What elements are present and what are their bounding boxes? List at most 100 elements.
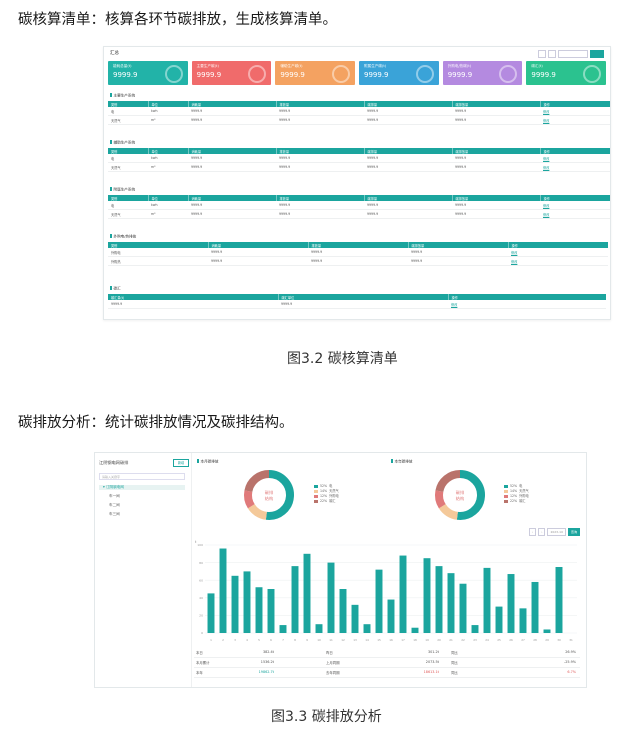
gear-icon [332, 65, 351, 83]
section-title: 外购电/热排放 [110, 234, 137, 240]
y-tick-label: 0 [201, 631, 203, 635]
edit-link[interactable]: 修改 [540, 154, 610, 163]
table-cell: 9999.9 [452, 162, 540, 172]
card-value: 9999.9 [113, 71, 138, 79]
bar [351, 604, 359, 633]
table-cell: 9999.9 [364, 201, 452, 210]
x-tick-label: 26 [509, 638, 513, 642]
edit-link[interactable]: 修改 [540, 107, 610, 116]
table-cell: 天然气 [108, 162, 148, 172]
donut-center-label: 结构 [456, 495, 464, 502]
x-tick-label: 27 [521, 638, 525, 642]
summary-value: 26.9% [565, 650, 576, 654]
paragraph-carbon-accounting: 碳核算清单：核算各环节碳排放，生成核算清单。 [18, 12, 337, 28]
x-tick-label: 1 [210, 638, 212, 642]
month-input[interactable]: 2023-10 [547, 528, 566, 536]
legend-swatch [314, 495, 318, 498]
legend-month: 52% 电 14% 天然气 12% 外购电 22% 碳汇 [314, 484, 339, 504]
donut-slice [438, 503, 459, 520]
summary-label: 同比 [451, 651, 458, 655]
edit-link[interactable]: 修改 [540, 201, 610, 210]
legend-item: 22% 碳汇 [314, 499, 339, 504]
table-cell: 天然气 [108, 115, 148, 125]
table-cell: 9999.9 [364, 107, 452, 116]
table-cell: 9999.9 [188, 154, 276, 163]
gear-icon [583, 65, 602, 83]
edit-link[interactable]: 修改 [508, 248, 608, 257]
daily-emission-bar-chart: t0204060801001 2 3 4 5 6 7 8 9 10 11 12 13 14 15 16 17 18… [195, 540, 577, 642]
donut-slice [247, 503, 268, 520]
x-tick-label: 11 [329, 638, 333, 642]
table-cell: 9999.9 [278, 300, 448, 309]
x-tick-label: 31 [569, 638, 573, 642]
x-tick-label: 14 [365, 638, 369, 642]
table-row: 天然气 m³ 9999.9 9999.9 9999.9 9999.9 修改 [108, 209, 610, 219]
bar [291, 566, 299, 633]
card-value: 9999.9 [447, 71, 473, 79]
y-tick-label: 80 [199, 561, 203, 565]
bar [543, 629, 551, 633]
chart-toolbar: ‹ › 2023-10 查询 [529, 528, 580, 536]
date-input[interactable] [558, 50, 588, 58]
y-tick-label: 60 [199, 578, 203, 582]
edit-link[interactable]: 修改 [540, 209, 610, 219]
table-cell: 9999.9 [408, 256, 508, 266]
edit-link[interactable]: 修改 [448, 300, 606, 309]
query-button[interactable] [590, 50, 604, 58]
table-cell: 天然气 [108, 209, 148, 219]
prev-button[interactable] [538, 50, 546, 58]
x-tick-label: 16 [389, 638, 393, 642]
legend-swatch [504, 485, 508, 488]
table-cell: 9999.9 [188, 107, 276, 116]
bar [471, 625, 479, 633]
edit-link[interactable]: 修改 [540, 162, 610, 172]
table-cell: 9999.9 [276, 107, 364, 116]
next-button[interactable] [548, 50, 556, 58]
donut-center-label: 碳排 [265, 489, 274, 496]
summary-card: 碳汇(t) 9999.9 [526, 61, 607, 85]
table-cell: kwh [148, 107, 188, 116]
summary-value: 2073.5t [425, 660, 439, 664]
summary-label: 同比 [451, 671, 458, 675]
donut-slice [244, 470, 270, 493]
edit-link[interactable]: 修改 [540, 115, 610, 125]
x-tick-label: 25 [497, 638, 501, 642]
y-tick-label: 100 [197, 543, 203, 547]
x-tick-label: 17 [401, 638, 405, 642]
donut-slice [265, 470, 294, 520]
legend-swatch [314, 485, 318, 488]
table-row: 电 kwh 9999.9 9999.9 9999.9 9999.9 修改 [108, 201, 610, 210]
section-title: 辅助生产系统 [110, 140, 136, 146]
card-label: 能耗总量(t) [113, 64, 132, 68]
table-cell: 电 [108, 107, 148, 116]
legend-percent: 22% [320, 499, 328, 503]
card-label: 碳汇(t) [531, 64, 543, 68]
bar [507, 574, 515, 633]
legend-name: 碳汇 [329, 499, 336, 503]
donut-center-label: 结构 [265, 495, 273, 502]
summary-value: 382.4t [262, 650, 274, 654]
section-title: 主要生产系统 [110, 93, 136, 99]
bar [219, 548, 227, 633]
card-value: 9999.9 [196, 71, 222, 79]
prev-month-button[interactable]: ‹ [529, 528, 537, 536]
table-cell: 9999.9 [452, 107, 540, 116]
edit-link[interactable]: 修改 [508, 256, 608, 266]
summary-card: 附属生产碳(t) 9999.9 [359, 61, 439, 85]
search-button[interactable]: 查询 [567, 528, 580, 536]
summary-label: 同比 [451, 661, 458, 665]
summary-value: 1536.2t [260, 660, 274, 664]
table-row: 电 kwh 9999.9 9999.9 9999.9 9999.9 修改 [108, 154, 610, 163]
summary-card: 外购电/热碳(t) 9999.9 [442, 61, 523, 85]
summary-cards: 能耗总量(t) 9999.9 主要生产碳(t) 9999.9 辅助生产碳(t) 9999.… [108, 61, 607, 85]
bar [315, 624, 323, 633]
table-cell: 9999.9 [276, 209, 364, 219]
card-label: 主要生产碳(t) [196, 64, 219, 68]
gear-icon [248, 65, 267, 83]
table-cell: 9999.9 [452, 115, 540, 125]
x-tick-label: 24 [485, 638, 489, 642]
next-month-button[interactable]: › [538, 528, 546, 536]
x-tick-label: 8 [294, 638, 296, 642]
card-value: 9999.9 [280, 71, 305, 79]
x-tick-label: 20 [437, 638, 441, 642]
